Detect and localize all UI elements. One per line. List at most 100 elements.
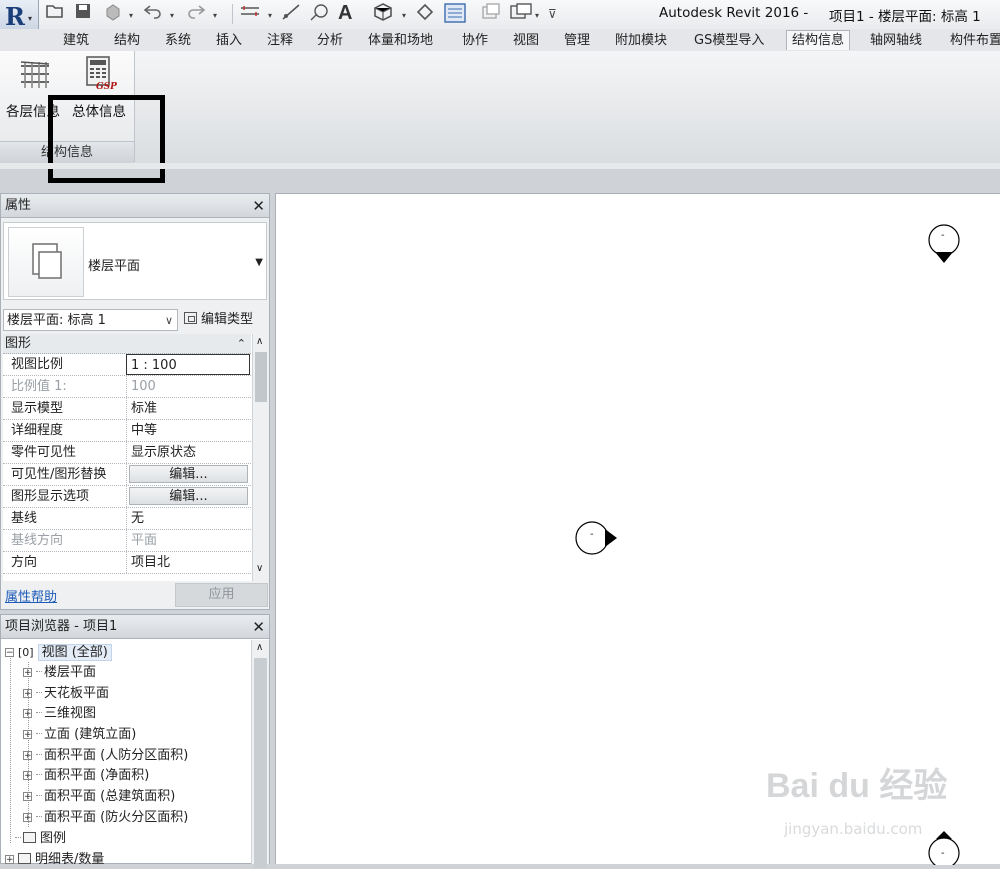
tree-node-label: 视图 (全部) [37,644,112,661]
browser-scrollbar[interactable]: ∧ [251,640,269,868]
project-browser-title: 项目浏览器 - 项目1 [5,619,118,634]
switch-windows-icon[interactable] [510,3,532,25]
property-value[interactable]: 中等 [126,420,250,441]
expand-icon[interactable]: + [23,751,32,761]
close-icon[interactable]: ✕ [252,194,265,218]
property-name: 可见性/图形替换 [11,467,107,482]
tree-node-view[interactable]: + 三维视图 [23,704,96,724]
expand-icon[interactable]: + [23,792,32,802]
measure-icon[interactable] [240,3,260,25]
scrollbar-thumb[interactable] [254,658,267,868]
property-name: 详细程度 [11,423,64,438]
dimension-icon[interactable] [281,3,301,25]
edit-type-button[interactable]: 编辑类型 [184,309,253,331]
property-value[interactable]: 项目北 [126,552,250,573]
sync-icon[interactable] [103,3,123,25]
tree-node-view[interactable]: + 面积平面 (防火分区面积) [23,808,188,828]
expand-icon[interactable]: + [23,668,32,678]
properties-scrollbar[interactable]: ∧ ∨ [252,334,268,581]
tab-view[interactable]: 视图 [513,31,539,50]
property-value[interactable]: 显示原状态 [126,442,250,463]
3d-view-dropdown-icon[interactable]: ▾ [402,5,406,27]
tree-node-label: 图例 [40,831,67,846]
tree-node-view[interactable]: + 面积平面 (人防分区面积) [23,746,188,766]
visibility-edit-button[interactable]: 编辑... [129,465,248,483]
elevation-marker-south[interactable]: - [928,831,964,869]
property-value[interactable]: 无 [126,508,250,529]
open-icon[interactable] [46,3,64,25]
chevron-down-icon[interactable]: ▼ [255,257,263,268]
switch-windows-dropdown-icon[interactable]: ▾ [535,5,539,27]
property-value: 编辑... [126,464,250,485]
property-value[interactable]: 标准 [126,398,250,419]
tree-node-view[interactable]: + 立面 (建筑立面) [23,725,136,745]
customize-icon[interactable]: ⊽ [548,3,557,25]
elevation-marker-north[interactable]: - [928,224,964,272]
elevation-marker-west[interactable]: - [575,521,623,559]
tab-architecture[interactable]: 建筑 [63,31,89,50]
chevron-down-icon: ▾ [28,14,33,23]
section-icon[interactable] [416,3,434,25]
text-icon[interactable]: A [338,2,352,24]
chevron-up-icon[interactable]: ∧ [256,336,263,347]
tab-structure-info[interactable]: 结构信息 [786,30,851,50]
properties-title: 属性 [5,198,32,213]
property-row: 零件可见性 显示原状态 [3,442,251,464]
tree-branch [36,671,42,672]
tab-massing-site[interactable]: 体量和场地 [368,31,433,50]
expand-icon[interactable]: + [23,709,32,719]
redo-icon[interactable] [186,3,206,25]
tab-systems[interactable]: 系统 [165,31,191,50]
measure-dropdown-icon[interactable]: ▾ [268,5,272,27]
tab-structure[interactable]: 结构 [114,31,140,50]
properties-grid: 图形 ⌃ 视图比例 1 : 100 比例值 1: 100 显示模型 标准 详细程… [3,334,268,581]
scrollbar-thumb[interactable] [255,352,267,402]
tree-node-view[interactable]: + 面积平面 (总建筑面积) [23,787,175,807]
properties-help-link[interactable]: 属性帮助 [5,586,57,605]
tab-annotate[interactable]: 注释 [267,31,293,50]
tree-node-schedules[interactable]: + 明细表/数量 [5,850,104,865]
instance-filter-select[interactable]: 楼层平面: 标高 1 ∨ [3,309,178,331]
app-title: Autodesk Revit 2016 - [659,5,809,21]
tree-node-view[interactable]: + 楼层平面 [23,663,96,683]
tab-gs-model-import[interactable]: GS模型导入 [694,31,764,50]
collapse-icon[interactable]: − [5,648,14,658]
tab-manage[interactable]: 管理 [564,31,590,50]
chevron-down-icon[interactable]: ∨ [256,563,263,574]
tree-node-legends[interactable]: 图例 [15,829,66,849]
close-icon[interactable]: ✕ [252,615,265,639]
expand-icon[interactable]: + [23,771,32,781]
tab-add-ins[interactable]: 附加模块 [615,31,667,50]
thin-lines-icon[interactable] [444,3,466,25]
expand-icon[interactable]: + [5,855,14,865]
tab-insert[interactable]: 插入 [216,31,242,50]
tree-node-view[interactable]: + 面积平面 (净面积) [23,766,149,786]
chevron-up-icon[interactable]: ∧ [256,642,263,653]
group-header-graphics[interactable]: 图形 ⌃ [3,334,251,354]
tab-collaborate[interactable]: 协作 [462,31,488,50]
close-hidden-icon[interactable] [481,3,501,25]
tree-node-view[interactable]: + 天花板平面 [23,684,109,704]
apply-button[interactable]: 应用 [175,583,268,607]
tree-branch [36,816,42,817]
expand-icon[interactable]: + [23,813,32,823]
property-row: 基线方向 平面 [3,530,251,552]
tab-analyze[interactable]: 分析 [317,31,343,50]
display-options-edit-button[interactable]: 编辑... [129,487,248,505]
redo-dropdown-icon[interactable]: ▾ [213,5,217,27]
tab-axis-grid[interactable]: 轴网轴线 [870,31,922,50]
sync-dropdown-icon[interactable]: ▾ [129,5,133,27]
view-scale-field[interactable]: 1 : 100 [126,354,250,375]
expand-icon[interactable]: + [23,730,32,740]
undo-icon[interactable] [143,3,163,25]
3d-view-icon[interactable] [373,3,393,25]
property-name: 基线 [11,511,38,526]
edit-type-icon [184,312,197,324]
tag-icon[interactable] [309,3,329,25]
undo-dropdown-icon[interactable]: ▾ [170,5,174,27]
save-icon[interactable] [75,3,91,25]
tab-component-layout[interactable]: 构件布置 [950,31,1000,50]
type-selector[interactable]: 楼层平面 ▼ [3,222,267,300]
tree-node-views-all[interactable]: − [0] 视图 (全部) [5,643,112,663]
expand-icon[interactable]: + [23,689,32,699]
